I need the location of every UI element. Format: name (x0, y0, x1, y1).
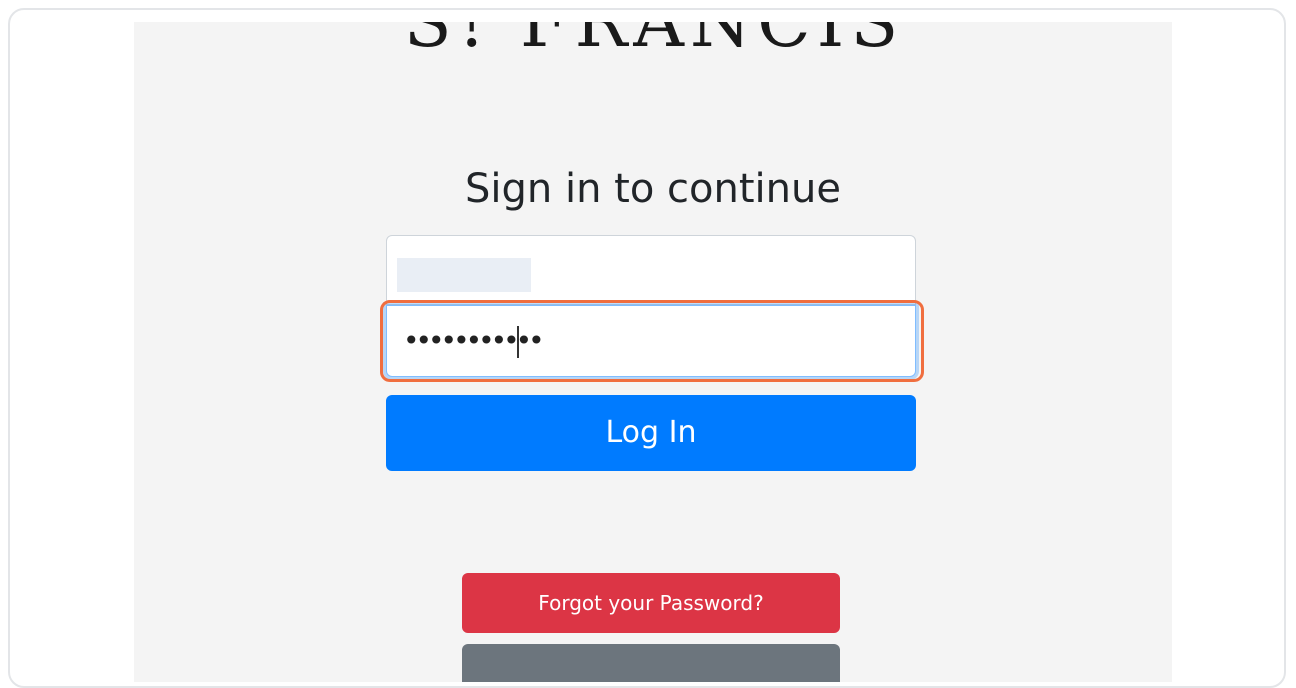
page-title: Sign in to continue (465, 166, 841, 212)
focus-highlight-outline (380, 300, 924, 382)
forgot-password-button[interactable]: Forgot your Password? (462, 573, 840, 633)
login-button[interactable]: Log In (386, 395, 916, 471)
screenshot-frame: S! FRANCIS Sign in to continue •••••••••… (8, 8, 1286, 688)
redacted-username-value (397, 258, 531, 292)
username-field[interactable] (386, 235, 916, 305)
secondary-button[interactable] (462, 644, 840, 682)
brand-logo: S! FRANCIS (403, 22, 905, 63)
browser-viewport: S! FRANCIS Sign in to continue •••••••••… (134, 22, 1172, 682)
